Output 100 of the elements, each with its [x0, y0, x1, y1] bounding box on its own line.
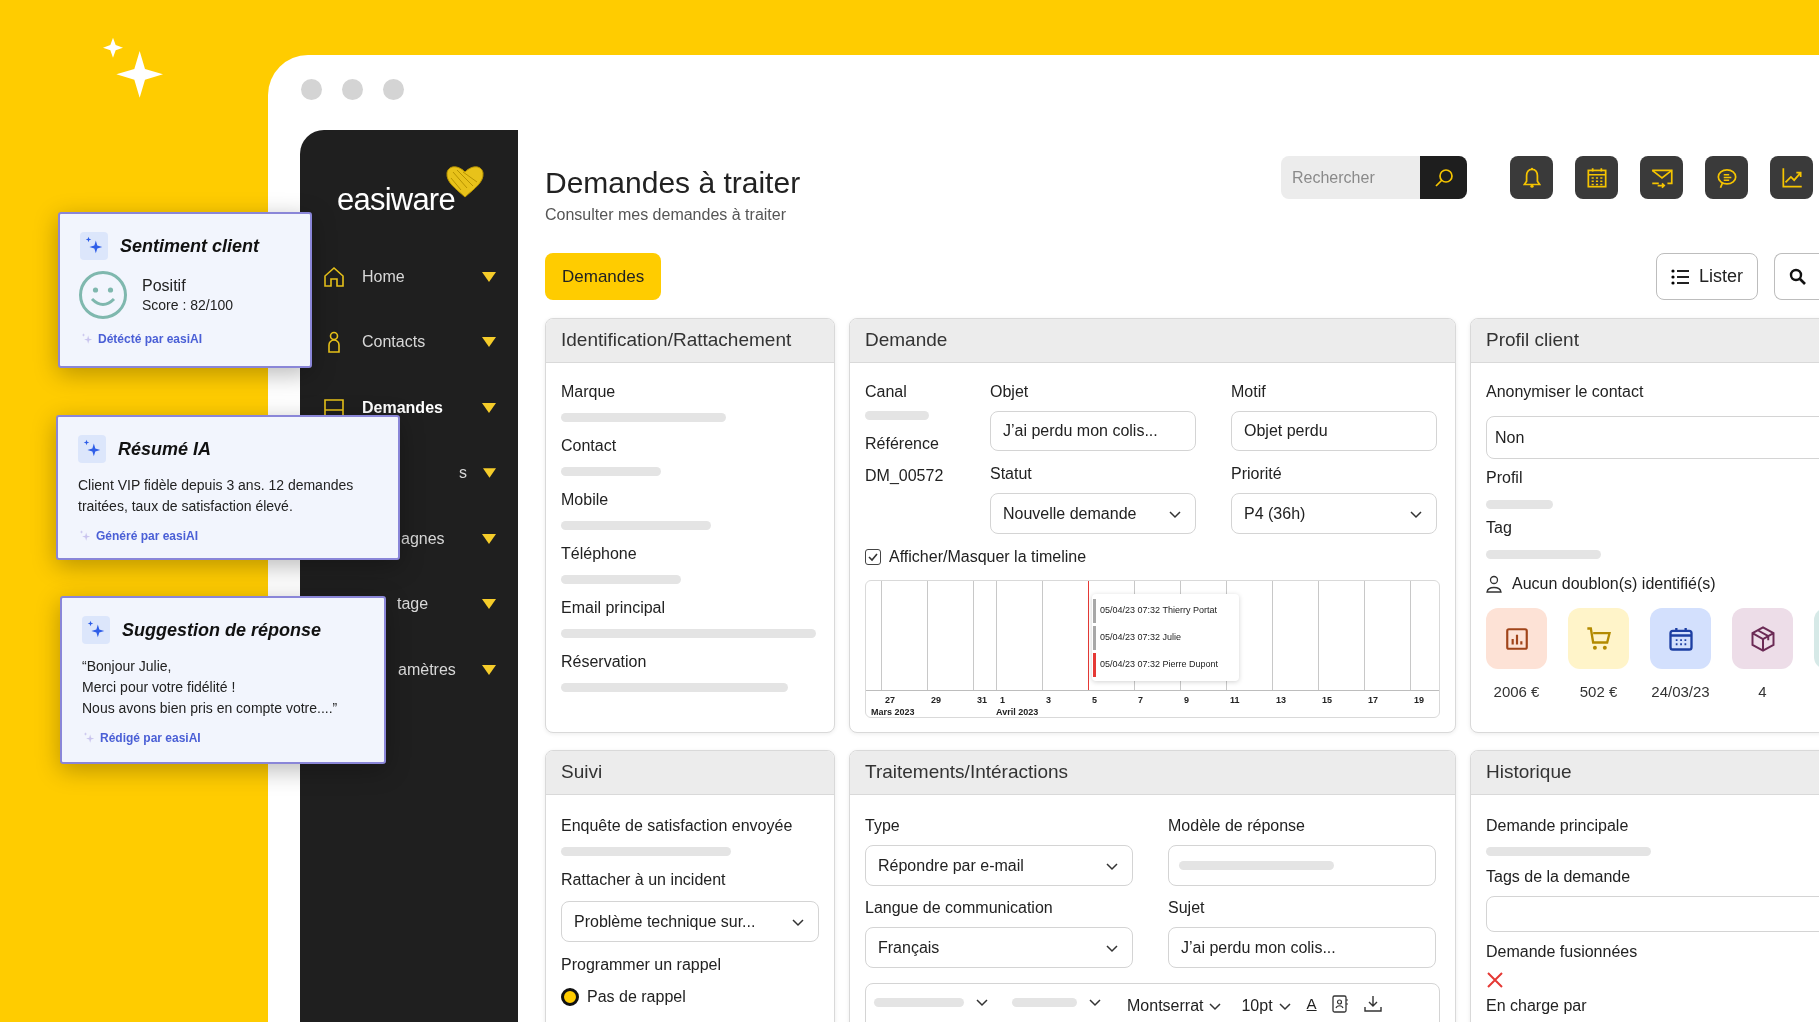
list-icon: [1671, 268, 1689, 285]
stat-tile[interactable]: [1486, 608, 1547, 669]
sidebar-item[interactable]: Home: [300, 244, 518, 310]
caret-icon: [482, 337, 496, 348]
panel-title: Profil client: [1471, 319, 1819, 363]
input-field[interactable]: [1168, 845, 1436, 886]
input-field[interactable]: Non: [1486, 416, 1819, 459]
sidebar-item[interactable]: Contacts: [300, 309, 518, 375]
tick-label: 7: [1138, 694, 1143, 707]
sparkle-icon: [78, 435, 106, 463]
input-field[interactable]: [1486, 896, 1819, 932]
notifications-button[interactable]: [1510, 156, 1553, 199]
field-label: Email principal: [561, 598, 667, 618]
input-field[interactable]: J’ai perdu mon colis...: [1168, 927, 1436, 968]
panel-title: Demande: [850, 319, 1455, 363]
radio-button[interactable]: [561, 988, 579, 1006]
stat-tile[interactable]: [1568, 608, 1629, 669]
tick-label: 13: [1276, 694, 1286, 707]
field-label: Langue de communication: [865, 898, 1054, 918]
caret-icon: [482, 599, 496, 610]
field-label: Anonymiser le contact: [1486, 382, 1645, 402]
page-title: Demandes à traiter: [545, 165, 801, 201]
field-label: Canal: [865, 382, 908, 402]
sentiment-label: Positif: [142, 275, 187, 296]
search-button[interactable]: [1420, 156, 1467, 199]
cart-icon: [1584, 624, 1613, 653]
tick-label: 9: [1184, 694, 1189, 707]
field-label: Tags de la demande: [1486, 867, 1632, 887]
checkbox[interactable]: [865, 549, 881, 565]
field-label: Contact: [561, 436, 618, 456]
statistics-button[interactable]: [1770, 156, 1813, 199]
font-size-dropdown[interactable]: 10pt: [1241, 994, 1293, 1018]
tick-label: 3: [1046, 694, 1051, 707]
tick-label: 29: [931, 694, 941, 707]
field-label: Type: [865, 816, 901, 836]
smiley-icon: [78, 270, 128, 320]
download-icon: [1362, 994, 1383, 1014]
tick-label: 11: [1230, 694, 1240, 707]
stat-value: 502 €: [1579, 682, 1618, 702]
search-icon: [1789, 267, 1807, 286]
placeholder-bar: [1012, 997, 1077, 1007]
caret-icon: [482, 402, 496, 413]
field-label: Objet: [990, 382, 1030, 402]
caret-icon: [482, 533, 496, 544]
field-label: Rattacher à un incident: [561, 870, 727, 890]
sparkle-icon: [80, 232, 108, 260]
field-label: Mobile: [561, 490, 610, 510]
dropdown[interactable]: Répondre par e-mail: [865, 845, 1133, 886]
dropdown[interactable]: Nouvelle demande: [990, 493, 1196, 534]
field-label: En charge par: [1486, 996, 1588, 1016]
field-label: Demande principale: [1486, 816, 1630, 836]
tab[interactable]: Demandes: [545, 253, 662, 300]
field-label: Motif: [1231, 382, 1267, 402]
contact-card-icon: [1330, 994, 1349, 1014]
radio-label: Pas de rappel: [587, 987, 686, 1007]
search-field[interactable]: Rechercher: [1281, 156, 1420, 199]
card-footer: Généré par easiAI: [96, 527, 199, 545]
text-color-button[interactable]: A: [1306, 994, 1317, 1014]
field-label: Profil: [1486, 468, 1524, 488]
placeholder-bar: [1486, 500, 1553, 509]
list-button[interactable]: Lister: [1656, 253, 1758, 300]
checkbox-label: Afficher/Masquer la timeline: [889, 547, 1087, 567]
page-subtitle: Consulter mes demandes à traiter: [545, 205, 787, 225]
month-label: Mars 2023: [871, 706, 915, 717]
calendar-button[interactable]: [1575, 156, 1618, 199]
tick-label: 5: [1092, 694, 1097, 707]
dropdown[interactable]: P4 (36h): [1231, 493, 1437, 534]
stat-value: 4: [1758, 682, 1767, 702]
field-label: Enquête de satisfaction envoyée: [561, 816, 794, 836]
card-footer: Rédigé par easiAI: [100, 729, 201, 747]
person-icon: [1486, 575, 1502, 593]
stat-tile[interactable]: [1732, 608, 1793, 669]
field-label: Réservation: [561, 652, 648, 672]
placeholder-bar: [865, 411, 929, 420]
sidebar-item[interactable]: Demandes: [300, 375, 518, 441]
cross-icon: [1486, 971, 1504, 989]
tick-label: 1: [1000, 694, 1005, 707]
chat-button[interactable]: [1705, 156, 1748, 199]
field-label: Référence: [865, 434, 940, 454]
field-label: Sujet: [1168, 898, 1206, 918]
field-label: Statut: [990, 464, 1033, 484]
month-label: Avril 2023: [996, 706, 1039, 717]
dropdown[interactable]: Problème technique sur...: [561, 901, 819, 942]
field-label: Priorité: [1231, 464, 1283, 484]
font-dropdown[interactable]: Montserrat: [1127, 994, 1224, 1018]
field-label: Tag: [1486, 518, 1513, 538]
card-footer: Détécté par easiAI: [98, 330, 203, 348]
mail-button[interactable]: [1640, 156, 1683, 199]
event-label: 05/04/23 07:32 Pierre Dupont: [1100, 657, 1219, 671]
input-field[interactable]: Objet perdu: [1231, 411, 1437, 451]
event-label: 05/04/23 07:32 Julie: [1100, 630, 1182, 644]
input-field[interactable]: J’ai perdu mon colis...: [990, 411, 1196, 451]
tick-label: 31: [977, 694, 987, 707]
caret-icon: [482, 664, 496, 675]
sparkle-icon: [82, 616, 110, 644]
card-title: Sentiment client: [120, 234, 260, 258]
search-button[interactable]: [1774, 253, 1819, 300]
stat-tile[interactable]: [1650, 608, 1711, 669]
tick-label: 19: [1414, 694, 1424, 707]
dropdown[interactable]: Français: [865, 927, 1133, 968]
